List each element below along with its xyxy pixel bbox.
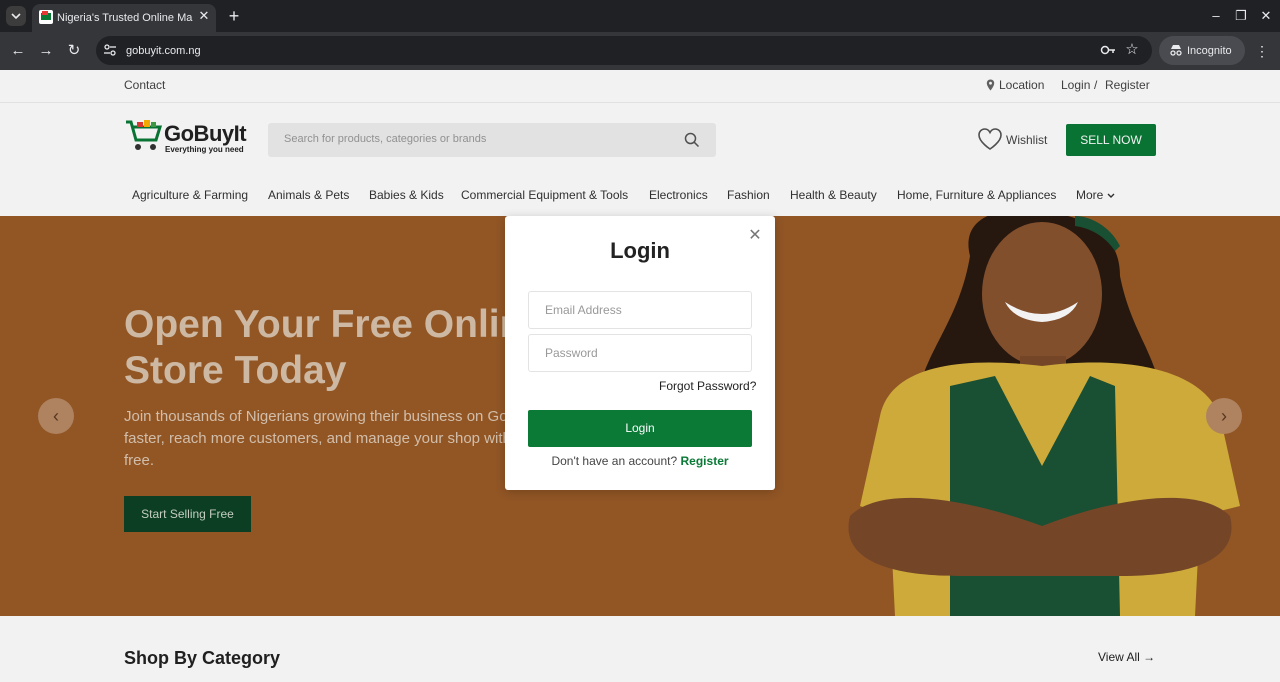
tab-title: Nigeria's Trusted Online Marketplace — [57, 12, 193, 24]
email-field[interactable] — [528, 291, 752, 329]
forward-icon[interactable]: → — [36, 41, 56, 61]
new-tab-button[interactable]: + — [224, 6, 244, 26]
modal-title: Login — [610, 238, 670, 263]
incognito-indicator[interactable]: Incognito — [1159, 36, 1245, 65]
reload-icon[interactable]: ↻ — [64, 41, 84, 61]
forgot-password-link[interactable]: Forgot Password? — [659, 379, 756, 393]
incognito-icon — [1170, 45, 1182, 56]
tab-close-icon[interactable]: ✕ — [197, 9, 211, 23]
url-text: gobuyit.com.ng — [126, 45, 201, 57]
modal-register-link[interactable]: Register — [681, 454, 729, 468]
incognito-label: Incognito — [1187, 45, 1232, 57]
browser-menu-icon[interactable]: ⋮ — [1255, 41, 1269, 61]
browser-tab[interactable]: Nigeria's Trusted Online Marketplace ✕ — [32, 4, 216, 32]
password-field[interactable] — [528, 334, 752, 372]
back-icon[interactable]: ← — [8, 41, 28, 61]
login-modal: ✕ Login Forgot Password? Login Don't hav… — [505, 216, 775, 490]
chevron-down-icon — [11, 13, 21, 20]
key-icon[interactable] — [1100, 43, 1116, 57]
site-favicon-icon — [39, 10, 53, 24]
browser-toolbar: ← → ↻ gobuyit.com.ng ☆ Incognito ⋮ — [0, 32, 1280, 70]
browser-tab-bar: Nigeria's Trusted Online Marketplace ✕ +… — [0, 0, 1280, 32]
no-account-text: Don't have an account? — [551, 454, 678, 468]
minimize-icon[interactable]: – — [1206, 6, 1226, 26]
site-info-icon[interactable] — [103, 43, 117, 57]
restore-icon[interactable]: ❐ — [1231, 6, 1251, 26]
address-bar[interactable]: gobuyit.com.ng ☆ — [96, 36, 1152, 65]
tab-search-button[interactable] — [6, 6, 26, 26]
login-submit-button[interactable]: Login — [528, 410, 752, 447]
window-close-icon[interactable]: ✕ — [1256, 6, 1276, 26]
star-icon[interactable]: ☆ — [1124, 41, 1140, 59]
signup-prompt: Don't have an account? Register — [505, 454, 775, 468]
